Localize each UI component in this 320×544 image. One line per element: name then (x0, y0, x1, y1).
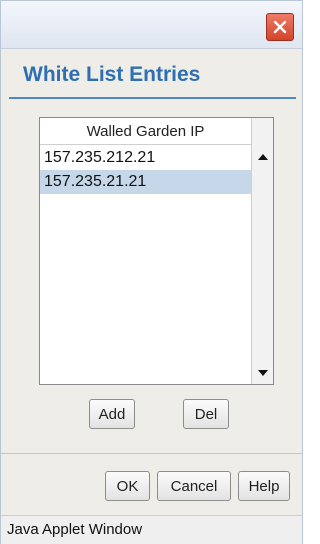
scroll-down-button[interactable] (252, 362, 273, 384)
ok-button[interactable]: OK (105, 471, 150, 501)
walled-garden-table[interactable]: Walled Garden IP 157.235.212.21 157.235.… (39, 117, 274, 385)
arrow-up-icon (257, 154, 268, 160)
cancel-button[interactable]: Cancel (157, 471, 231, 501)
help-button[interactable]: Help (238, 471, 290, 501)
button-separator (1, 453, 302, 454)
close-icon (273, 20, 287, 34)
dialog-title: White List Entries (23, 63, 201, 86)
column-header: Walled Garden IP (40, 118, 251, 145)
del-button[interactable]: Del (183, 399, 229, 429)
scroll-up-button[interactable] (252, 146, 273, 168)
table-row-selected[interactable]: 157.235.21.21 (40, 170, 251, 194)
arrow-down-icon (257, 370, 268, 376)
window-titlebar[interactable] (1, 1, 302, 49)
status-bar: Java Applet Window (1, 515, 302, 544)
vertical-scrollbar[interactable] (251, 118, 273, 384)
table-row[interactable]: 157.235.212.21 (40, 146, 251, 170)
add-button[interactable]: Add (89, 399, 135, 429)
title-divider (9, 97, 296, 99)
dialog-window: White List Entries Walled Garden IP 157.… (0, 0, 303, 544)
close-button[interactable] (266, 13, 294, 41)
